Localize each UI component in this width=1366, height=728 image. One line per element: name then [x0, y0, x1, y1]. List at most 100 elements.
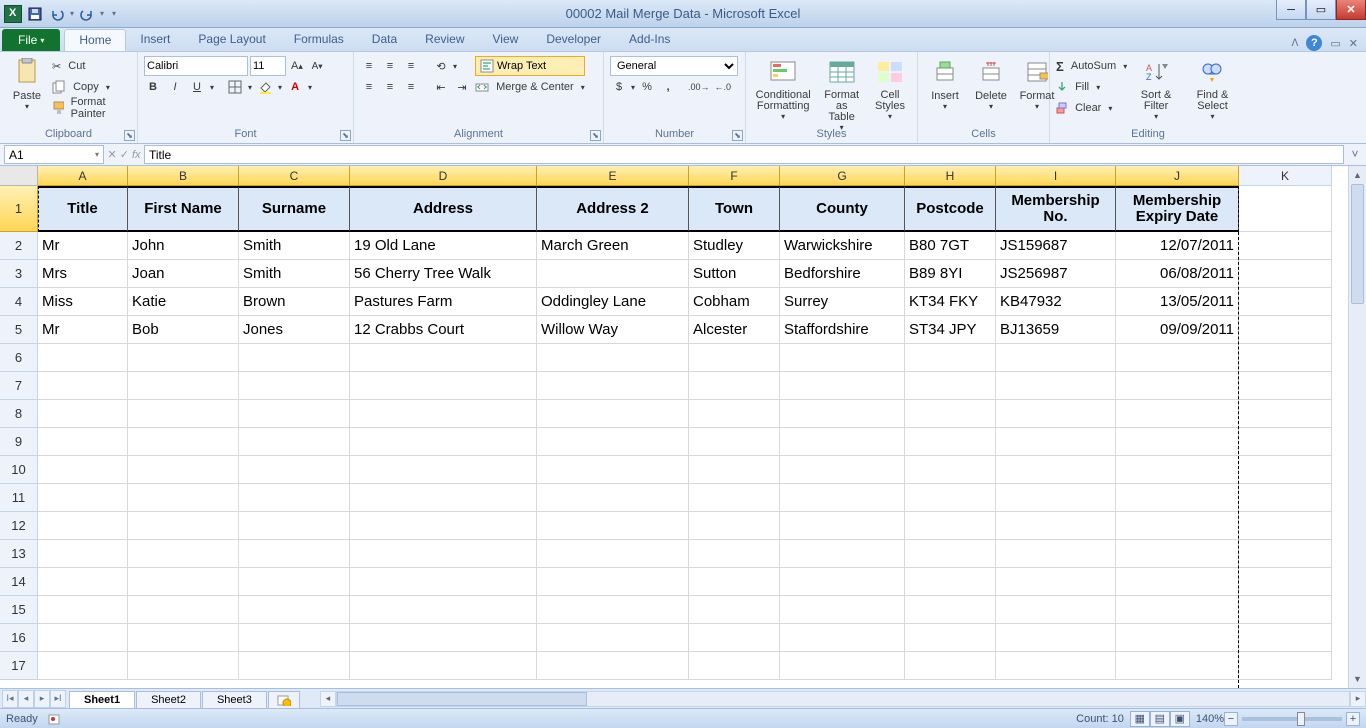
- data-cell[interactable]: March Green: [537, 232, 689, 260]
- data-cell[interactable]: [537, 400, 689, 428]
- format-painter-button[interactable]: Format Painter: [52, 98, 131, 118]
- data-cell[interactable]: Surrey: [780, 288, 905, 316]
- data-cell[interactable]: [350, 484, 537, 512]
- data-cell[interactable]: [780, 372, 905, 400]
- data-cell[interactable]: [350, 372, 537, 400]
- new-sheet-button[interactable]: [268, 691, 300, 708]
- row-header-5[interactable]: 5: [0, 316, 38, 344]
- data-cell[interactable]: Mr: [38, 232, 128, 260]
- data-cell[interactable]: [239, 540, 350, 568]
- data-cell[interactable]: Jones: [239, 316, 350, 344]
- data-cell[interactable]: [350, 400, 537, 428]
- cancel-formula-icon[interactable]: ✕: [108, 148, 117, 161]
- decrease-indent-icon[interactable]: ⇤: [432, 78, 450, 96]
- align-center-icon[interactable]: ≡: [381, 78, 399, 96]
- data-cell[interactable]: [239, 428, 350, 456]
- data-cell[interactable]: [1239, 512, 1332, 540]
- maximize-button[interactable]: ▭: [1306, 0, 1336, 20]
- header-cell[interactable]: Membership Expiry Date: [1116, 186, 1239, 232]
- data-cell[interactable]: [38, 456, 128, 484]
- data-cell[interactable]: [38, 400, 128, 428]
- data-cell[interactable]: 09/09/2011: [1116, 316, 1239, 344]
- data-cell[interactable]: [1116, 400, 1239, 428]
- data-cell[interactable]: Pastures Farm: [350, 288, 537, 316]
- data-cell[interactable]: [689, 428, 780, 456]
- increase-decimal-icon[interactable]: .00→: [687, 78, 711, 96]
- data-cell[interactable]: [128, 512, 239, 540]
- save-icon[interactable]: [26, 5, 44, 23]
- data-cell[interactable]: [1239, 232, 1332, 260]
- close-button[interactable]: ✕: [1336, 0, 1366, 20]
- data-cell[interactable]: [350, 428, 537, 456]
- zoom-thumb[interactable]: [1297, 712, 1305, 726]
- data-cell[interactable]: [1239, 540, 1332, 568]
- data-cell[interactable]: [38, 428, 128, 456]
- data-cell[interactable]: [905, 596, 996, 624]
- data-cell[interactable]: [38, 344, 128, 372]
- align-middle-icon[interactable]: ≡: [381, 57, 399, 75]
- data-cell[interactable]: [38, 540, 128, 568]
- data-cell[interactable]: 13/05/2011: [1116, 288, 1239, 316]
- data-cell[interactable]: KB47932: [996, 288, 1116, 316]
- data-cell[interactable]: [537, 260, 689, 288]
- comma-format-icon[interactable]: ,: [659, 78, 677, 96]
- sheet-nav-prev-icon[interactable]: ◂: [18, 690, 34, 708]
- wrap-text-button[interactable]: Wrap Text: [475, 56, 585, 76]
- data-cell[interactable]: [905, 484, 996, 512]
- data-cell[interactable]: [1239, 400, 1332, 428]
- data-cell[interactable]: [128, 624, 239, 652]
- data-cell[interactable]: [239, 512, 350, 540]
- data-cell[interactable]: [128, 400, 239, 428]
- data-cell[interactable]: [689, 344, 780, 372]
- data-cell[interactable]: [780, 428, 905, 456]
- decrease-font-icon[interactable]: A▾: [308, 57, 326, 75]
- data-cell[interactable]: Miss: [38, 288, 128, 316]
- data-cell[interactable]: [905, 540, 996, 568]
- clear-button[interactable]: Clear ▾: [1056, 98, 1127, 118]
- merge-center-button[interactable]: Merge & Center ▾: [475, 77, 585, 97]
- header-cell[interactable]: Surname: [239, 186, 350, 232]
- data-cell[interactable]: [38, 568, 128, 596]
- data-cell[interactable]: [239, 568, 350, 596]
- tab-data[interactable]: Data: [358, 29, 411, 51]
- redo-dropdown-icon[interactable]: ▾: [100, 9, 104, 18]
- data-cell[interactable]: [350, 568, 537, 596]
- formula-bar[interactable]: Title: [144, 145, 1344, 164]
- data-cell[interactable]: [905, 400, 996, 428]
- data-cell[interactable]: [905, 652, 996, 680]
- number-format-select[interactable]: General: [610, 56, 738, 76]
- data-cell[interactable]: Smith: [239, 232, 350, 260]
- data-cell[interactable]: [128, 484, 239, 512]
- data-cell[interactable]: [38, 624, 128, 652]
- data-cell[interactable]: 06/08/2011: [1116, 260, 1239, 288]
- percent-format-icon[interactable]: %: [638, 78, 656, 96]
- column-header-C[interactable]: C: [239, 166, 350, 186]
- sheet-nav-next-icon[interactable]: ▸: [34, 690, 50, 708]
- data-cell[interactable]: [239, 344, 350, 372]
- data-cell[interactable]: [1116, 540, 1239, 568]
- data-cell[interactable]: Cobham: [689, 288, 780, 316]
- font-size-input[interactable]: [250, 56, 286, 76]
- row-header-4[interactable]: 4: [0, 288, 38, 316]
- data-cell[interactable]: Oddingley Lane: [537, 288, 689, 316]
- data-cell[interactable]: [905, 512, 996, 540]
- data-cell[interactable]: Studley: [689, 232, 780, 260]
- data-cell[interactable]: Sutton: [689, 260, 780, 288]
- data-cell[interactable]: [537, 456, 689, 484]
- data-cell[interactable]: B80 7GT: [905, 232, 996, 260]
- hscroll-right-icon[interactable]: ▸: [1350, 691, 1366, 707]
- data-cell[interactable]: [780, 540, 905, 568]
- zoom-level[interactable]: 140%: [1196, 713, 1224, 725]
- scroll-thumb[interactable]: [1351, 184, 1364, 304]
- align-right-icon[interactable]: ≡: [402, 78, 420, 96]
- align-left-icon[interactable]: ≡: [360, 78, 378, 96]
- data-cell[interactable]: [780, 568, 905, 596]
- data-cell[interactable]: [1116, 428, 1239, 456]
- header-cell[interactable]: Town: [689, 186, 780, 232]
- data-cell[interactable]: Joan: [128, 260, 239, 288]
- data-cell[interactable]: [537, 652, 689, 680]
- row-header-13[interactable]: 13: [0, 540, 38, 568]
- header-cell[interactable]: Address 2: [537, 186, 689, 232]
- fill-button[interactable]: Fill ▾: [1056, 77, 1127, 97]
- data-cell[interactable]: [689, 512, 780, 540]
